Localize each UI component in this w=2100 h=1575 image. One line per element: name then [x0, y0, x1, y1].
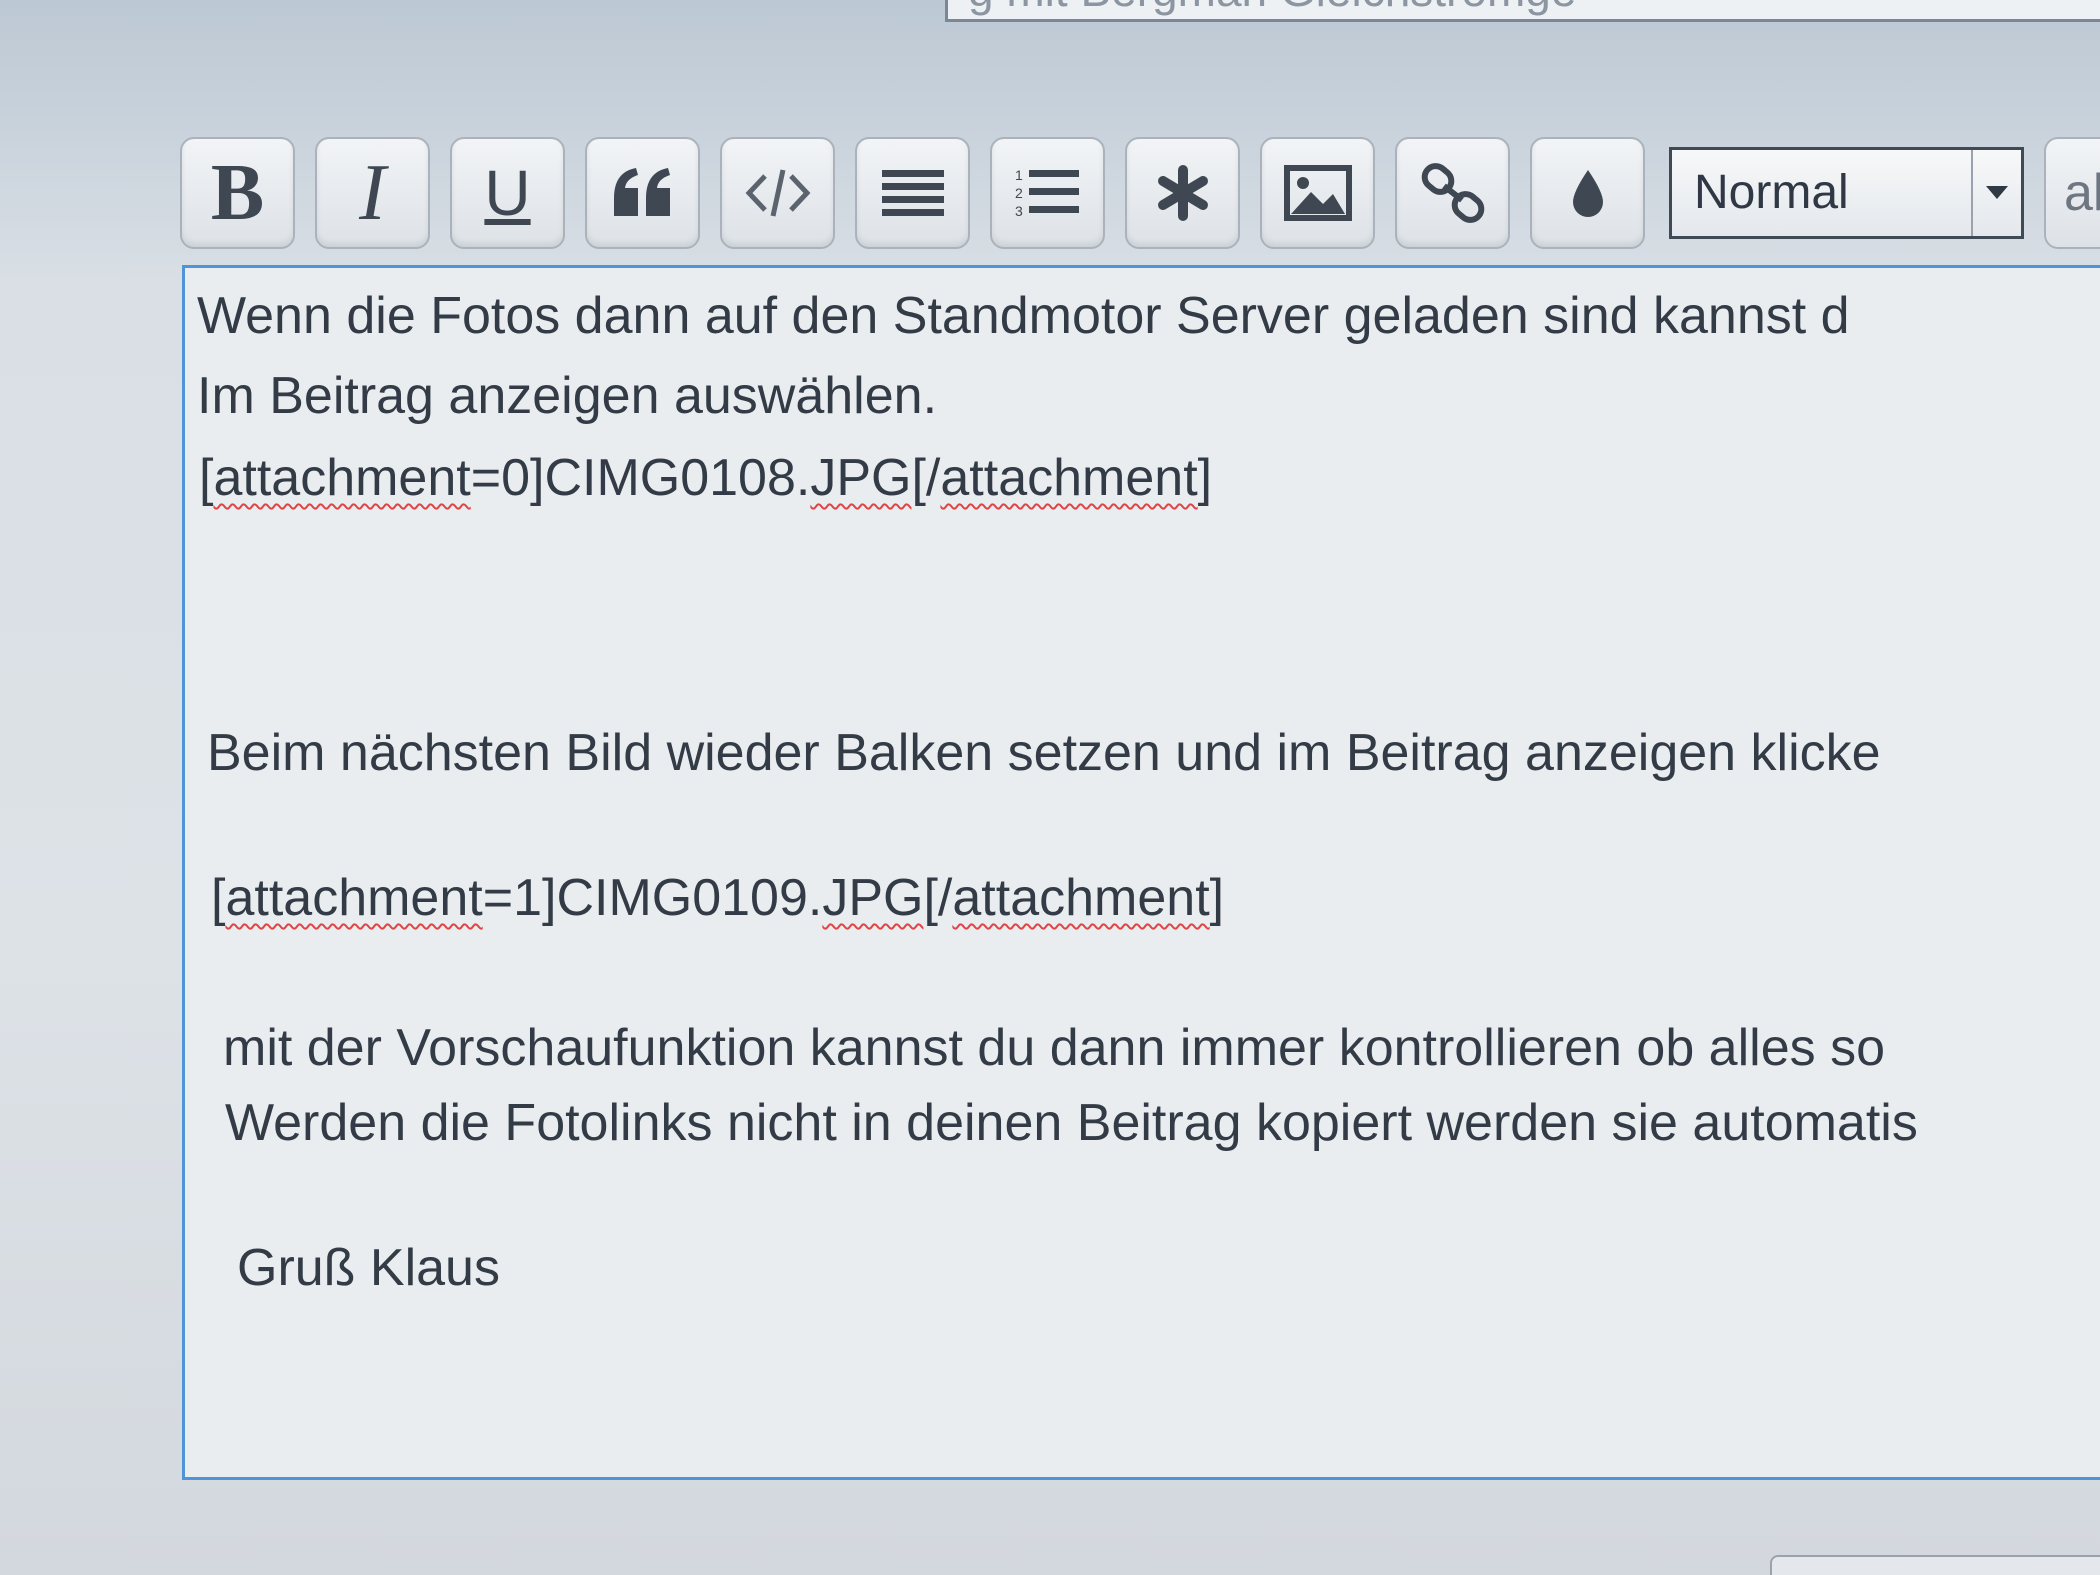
quote-button[interactable]	[585, 136, 700, 249]
underline-icon: U	[484, 156, 531, 229]
code-button[interactable]	[720, 136, 835, 249]
link-button[interactable]	[1395, 136, 1510, 249]
list-button[interactable]	[855, 136, 970, 249]
spellcheck-word: JPG	[822, 869, 924, 927]
spellcheck-word: attachment	[213, 449, 471, 507]
editor-line: Beim nächsten Bild wieder Balken setzen …	[207, 724, 1881, 782]
editor-line: Im Beitrag anzeigen auswählen.	[197, 367, 938, 425]
spellcheck-word: attachment	[225, 869, 483, 927]
ordered-list-icon: 1 2 3	[1015, 167, 1079, 219]
color-button[interactable]	[1530, 136, 1645, 249]
code-icon	[745, 168, 810, 217]
underline-button[interactable]: U	[450, 136, 565, 249]
editor-line: Werden die Fotolinks nicht in deinen Bei…	[225, 1094, 1918, 1152]
spellcheck-word: attachment	[952, 869, 1210, 927]
quote-icon	[613, 167, 670, 216]
italic-icon: I	[359, 148, 386, 237]
svg-text:1: 1	[1015, 167, 1023, 183]
attachment-line: [attachment=0]CIMG0108.JPG[/attachment]	[199, 449, 1213, 507]
spellcheck-word: JPG	[810, 449, 912, 507]
subject-input[interactable]: g mit Bergman Gleichstromge	[945, 0, 2100, 22]
italic-button[interactable]: I	[315, 136, 430, 249]
partial-toolbar-button[interactable]: al	[2044, 136, 2100, 249]
bottom-control-edge	[1770, 1555, 2100, 1575]
bold-icon: B	[210, 148, 265, 237]
screen: g mit Bergman Gleichstromge B I U	[0, 0, 2100, 1575]
font-size-select[interactable]: Normal	[1669, 146, 2024, 239]
editor-line: Wenn die Fotos dann auf den Standmotor S…	[197, 287, 1850, 345]
message-editor[interactable]: Wenn die Fotos dann auf den Standmotor S…	[182, 265, 2100, 1480]
bold-button[interactable]: B	[180, 136, 295, 249]
signature: Gruß Klaus	[237, 1239, 500, 1297]
partial-toolbar-label: al	[2064, 163, 2100, 222]
editor-line: mit der Vorschaufunktion kannst du dann …	[223, 1019, 1885, 1077]
svg-text:3: 3	[1015, 203, 1023, 219]
image-button[interactable]	[1260, 136, 1375, 249]
image-icon	[1283, 164, 1352, 221]
list-item-button[interactable]	[1125, 136, 1240, 249]
asterisk-icon	[1157, 164, 1208, 221]
chevron-down-icon[interactable]	[1971, 149, 2021, 236]
spellcheck-word: attachment	[940, 449, 1198, 507]
link-icon	[1421, 162, 1484, 223]
svg-text:2: 2	[1015, 185, 1023, 201]
attachment-line: [attachment=1]CIMG0109.JPG[/attachment]	[211, 869, 1225, 927]
droplet-icon	[1572, 169, 1603, 217]
ordered-list-button[interactable]: 1 2 3	[990, 136, 1105, 249]
list-icon	[881, 169, 944, 216]
editor-toolbar: B I U 1 2 3 Normal al	[180, 135, 2100, 250]
font-size-value: Normal	[1694, 166, 1849, 219]
